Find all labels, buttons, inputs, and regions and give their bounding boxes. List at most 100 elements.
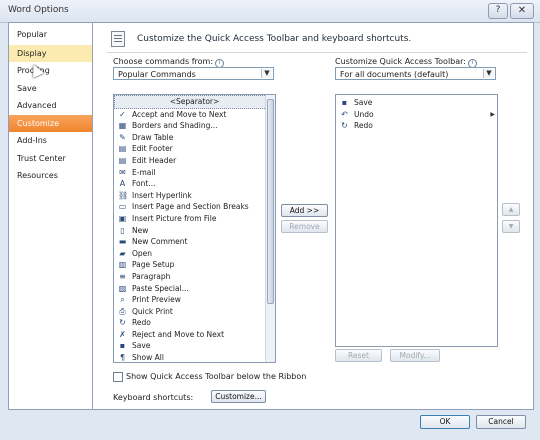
- list-item-label: <Separator>: [169, 97, 220, 106]
- list-item-label: Redo: [132, 318, 151, 328]
- nav-item-save[interactable]: Save: [9, 80, 92, 98]
- list-item[interactable]: ▪ Save: [114, 340, 275, 352]
- nav-item-resources[interactable]: Resources: [9, 167, 92, 185]
- list-item-label: Insert Page and Section Breaks: [132, 202, 249, 212]
- nav-item-proofing[interactable]: Proofing: [9, 62, 92, 80]
- save-icon: ▪: [341, 98, 348, 107]
- print-preview-icon: ⌕: [120, 295, 125, 305]
- list-item-label: Edit Footer: [132, 144, 173, 154]
- scrollbar-thumb[interactable]: [267, 99, 274, 304]
- list-item[interactable]: <Separator>: [114, 95, 275, 109]
- modify-button[interactable]: Modify...: [390, 349, 440, 362]
- pilcrow-icon: ¶: [119, 353, 126, 363]
- list-item[interactable]: ▨ Paste Special...: [114, 283, 275, 295]
- commands-list[interactable]: <Separator> ✓ Accept and Move to Next ▦ Bord…: [113, 94, 276, 363]
- list-item-label: Paragraph: [132, 271, 171, 281]
- header-icon: ▤: [118, 155, 127, 165]
- toolbar-items-list[interactable]: ▪ Save ↶ Undo ▶ ↻ Redo: [335, 94, 498, 347]
- accept-icon: ✓: [119, 109, 126, 119]
- hyperlink-icon: ⛓: [118, 190, 129, 200]
- nav-item-customize[interactable]: Customize: [9, 114, 92, 132]
- list-item-label: Save: [132, 341, 151, 351]
- chevron-down-icon[interactable]: ▼: [483, 69, 494, 78]
- email-icon: ✉: [119, 167, 126, 177]
- list-item[interactable]: ▤ Edit Footer: [114, 143, 275, 155]
- list-item[interactable]: ↻ Redo: [114, 317, 275, 329]
- cancel-button[interactable]: Cancel: [476, 415, 526, 429]
- title-bar: Word Options ? ✕: [0, 0, 540, 23]
- paste-icon: ▨: [118, 283, 127, 293]
- draw-table-icon: ✎: [119, 132, 126, 142]
- commands-from-value: Popular Commands: [118, 70, 196, 79]
- list-item[interactable]: ✓ Accept and Move to Next: [114, 109, 275, 121]
- show-below-checkbox[interactable]: [113, 372, 123, 382]
- content-panel: Customize the Quick Access Toolbar and k…: [92, 22, 534, 410]
- nav-item-popular[interactable]: Popular: [9, 26, 92, 44]
- list-item-label: New Comment: [132, 237, 188, 247]
- comment-icon: ▬: [118, 237, 127, 247]
- footer-icon: ▤: [118, 144, 127, 154]
- borders-icon: ▦: [118, 121, 127, 131]
- list-item[interactable]: ▪ Save: [336, 97, 497, 109]
- choose-commands-text: Choose commands from:: [113, 57, 214, 66]
- list-item[interactable]: ⌕ Print Preview: [114, 294, 275, 306]
- list-item[interactable]: ✎ Draw Table: [114, 132, 275, 144]
- list-item-label: Accept and Move to Next: [132, 109, 227, 119]
- move-down-button[interactable]: ▼: [502, 220, 520, 233]
- open-folder-icon: ▰: [119, 248, 126, 258]
- toolbar-rows: ▪ Save ↶ Undo ▶ ↻ Redo: [336, 95, 497, 132]
- list-item-label: Open: [132, 248, 153, 258]
- options-nav: Popular Display Proofing Save Advanced C…: [8, 22, 93, 410]
- show-below-label: Show Quick Access Toolbar below the Ribb…: [126, 372, 307, 381]
- remove-button[interactable]: Remove: [281, 220, 328, 233]
- nav-item-display[interactable]: Display: [9, 44, 92, 62]
- list-item[interactable]: ▦ Borders and Shading...: [114, 120, 275, 132]
- font-icon: A: [119, 179, 126, 189]
- commands-from-select[interactable]: Popular Commands ▼: [113, 67, 274, 80]
- list-item[interactable]: ▰ Open: [114, 248, 275, 260]
- help-button[interactable]: ?: [488, 3, 508, 19]
- list-item[interactable]: ▬ New Comment: [114, 236, 275, 248]
- page-setup-icon: ▥: [118, 260, 127, 270]
- list-item[interactable]: ▣ Insert Picture from File: [114, 213, 275, 225]
- redo-icon: ↻: [341, 121, 348, 131]
- toolbar-scope-value: For all documents (default): [340, 70, 449, 79]
- list-item[interactable]: ▤ Edit Header: [114, 155, 275, 167]
- reset-button[interactable]: Reset: [335, 349, 382, 362]
- ok-button[interactable]: OK: [420, 415, 470, 429]
- list-item[interactable]: ✗ Reject and Move to Next: [114, 329, 275, 341]
- list-item[interactable]: ↶ Undo ▶: [336, 109, 497, 121]
- list-item-label: Redo: [354, 121, 373, 131]
- list-item[interactable]: ⎙ Quick Print: [114, 306, 275, 318]
- close-button[interactable]: ✕: [510, 3, 534, 19]
- list-item[interactable]: ↻ Redo: [336, 120, 497, 132]
- list-item-label: Quick Print: [132, 306, 173, 316]
- list-item-label: Print Preview: [132, 295, 181, 305]
- list-item[interactable]: ▯ New: [114, 225, 275, 237]
- toolbar-scope-select[interactable]: For all documents (default) ▼: [335, 67, 496, 80]
- page-break-icon: ▭: [118, 202, 127, 212]
- keyboard-shortcuts-label: Keyboard shortcuts:: [113, 393, 194, 402]
- list-item[interactable]: ≡ Paragraph: [114, 271, 275, 283]
- list-item[interactable]: ▭Insert Page and Section Breaks▶: [114, 201, 275, 213]
- list-item[interactable]: ¶ Show All: [114, 352, 275, 363]
- nav-item-add-ins[interactable]: Add-Ins: [9, 132, 92, 150]
- save-icon: ▪: [119, 341, 126, 351]
- list-item-label: Show All: [132, 353, 164, 363]
- new-doc-icon: ▯: [120, 225, 125, 235]
- list-item[interactable]: ▥ Page Setup: [114, 259, 275, 271]
- nav-item-trust-center[interactable]: Trust Center: [9, 150, 92, 168]
- commands-scrollbar[interactable]: [265, 95, 275, 362]
- customize-shortcuts-button[interactable]: Customize...: [211, 390, 266, 403]
- chevron-down-icon[interactable]: ▼: [261, 69, 272, 78]
- list-item[interactable]: ⛓ Insert Hyperlink: [114, 190, 275, 202]
- list-item[interactable]: A Font...: [114, 178, 275, 190]
- list-item-label: Insert Picture from File: [132, 213, 217, 223]
- list-item[interactable]: ✉ E-mail: [114, 167, 275, 179]
- add-button[interactable]: Add >>: [281, 204, 328, 217]
- print-icon: ⎙: [119, 306, 126, 316]
- move-up-button[interactable]: ▲: [502, 203, 520, 216]
- list-item-label: Insert Hyperlink: [132, 190, 192, 200]
- nav-item-advanced[interactable]: Advanced: [9, 97, 92, 115]
- list-item-label: Save: [354, 98, 373, 107]
